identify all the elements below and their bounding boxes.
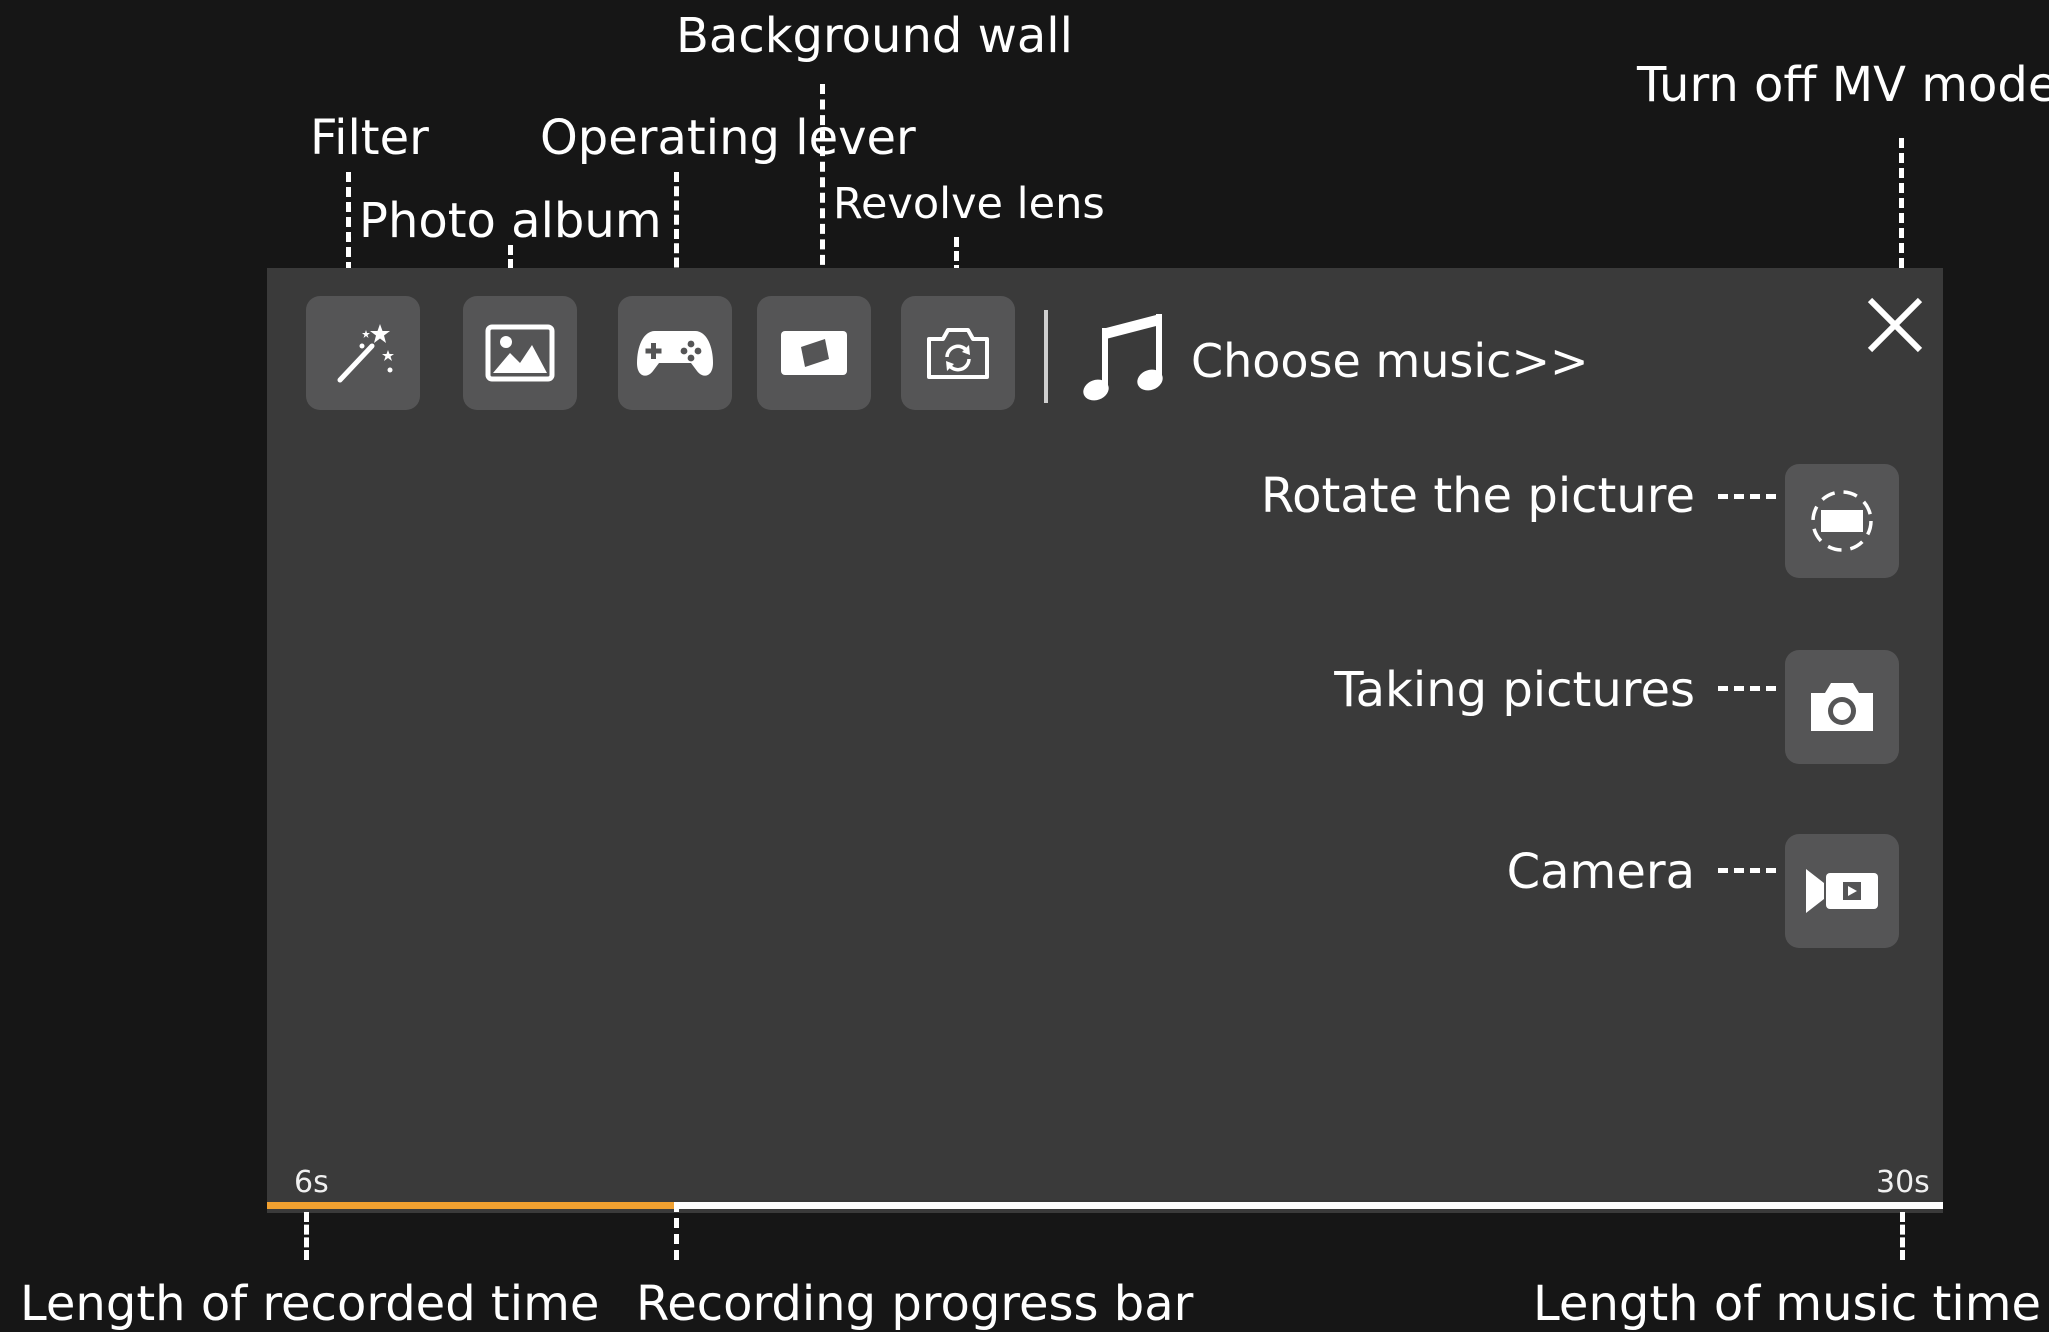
close-icon[interactable] [1862,292,1928,358]
image-icon [485,324,555,382]
annotation-revolve-lens: Revolve lens [833,179,1105,229]
max-time-label: 30s [1876,1165,1930,1200]
camera-icon [1811,683,1873,731]
min-time-label: 6s [294,1165,329,1200]
annotation-recorded-time: Length of recorded time [20,1276,600,1332]
leader-line-rotate [1718,494,1776,499]
annotation-turn-off-mv: Turn off MV mode [1637,57,2049,113]
annotation-operating-lever: Operating lever [540,110,916,166]
video-camera-icon [1806,869,1878,913]
leader-line-recorded-time [304,1212,309,1260]
background-wall-icon [781,331,847,375]
leader-line-progress-bar [674,1202,679,1260]
leader-line-music-time [1900,1212,1905,1260]
choose-music-link[interactable]: Choose music>> [1191,334,1589,388]
operating-lever-button[interactable] [618,296,732,410]
annotation-camera: Camera [1506,844,1695,900]
toolbar-divider [1044,310,1048,403]
background-wall-button[interactable] [757,296,871,410]
leader-line-camera [1718,868,1776,873]
music-note-icon[interactable] [1082,310,1168,404]
annotation-filter: Filter [310,110,429,166]
rotate-icon [1811,490,1873,552]
take-picture-button[interactable] [1785,650,1899,764]
annotation-rotate-picture: Rotate the picture [1260,468,1695,524]
annotation-taking-pictures: Taking pictures [1334,662,1695,718]
magic-wand-icon [337,324,394,383]
camera-record-button[interactable] [1785,834,1899,948]
leader-line-turn-off-mv [1899,138,1904,268]
rotate-picture-button[interactable] [1785,464,1899,578]
annotation-photo-album: Photo album [359,193,662,249]
gamepad-icon [637,331,713,376]
filter-button[interactable] [306,296,420,410]
recording-progress-bar [267,1202,678,1209]
switch-camera-icon [927,328,989,379]
leader-line-background-wall [820,84,825,296]
annotation-background-wall: Background wall [676,8,1073,64]
photo-album-button[interactable] [463,296,577,410]
annotation-progress-bar: Recording progress bar [636,1276,1194,1332]
revolve-lens-button[interactable] [901,296,1015,410]
leader-line-taking-pictures [1718,686,1776,691]
annotation-music-time: Length of music time [1533,1276,2041,1332]
